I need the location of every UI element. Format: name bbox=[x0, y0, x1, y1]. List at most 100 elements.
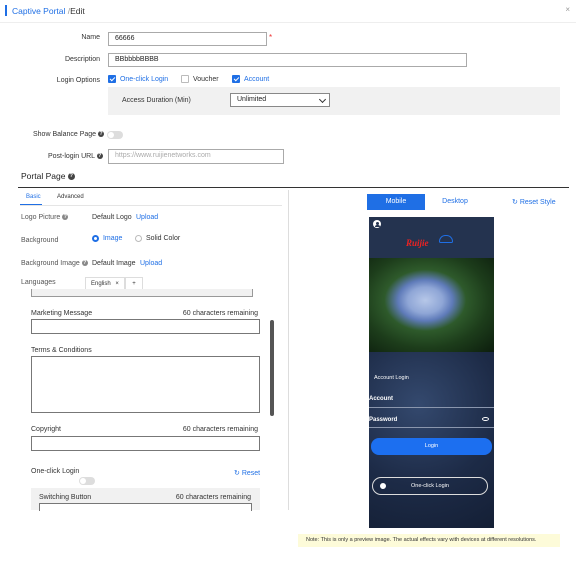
reset-label: Reset bbox=[241, 470, 261, 477]
checkbox-checked-icon[interactable] bbox=[108, 75, 116, 83]
preview-brand-logo: Ruijie bbox=[406, 238, 429, 248]
preview-one-click-button: One-click Login bbox=[372, 477, 488, 495]
preview-one-click-icon bbox=[380, 483, 386, 489]
background-image-value: Default Image bbox=[92, 260, 136, 267]
login-option-label: Account bbox=[243, 75, 270, 83]
copyright-chars-remaining: 60 characters remaining bbox=[182, 426, 258, 433]
preview-header bbox=[369, 217, 494, 258]
help-icon[interactable]: ? bbox=[96, 153, 103, 160]
background-option-image[interactable]: Image bbox=[92, 235, 122, 242]
mobile-preview: Ruijie Account Login Account Password Lo… bbox=[369, 217, 494, 528]
background-image-upload-link[interactable]: Upload bbox=[140, 260, 162, 267]
reset-style-label: Reset Style bbox=[519, 199, 556, 206]
breadcrumb-link-captive-portal[interactable]: Captive Portal bbox=[12, 6, 65, 16]
breadcrumb-current: Edit bbox=[70, 6, 85, 16]
preview-login-button: Login bbox=[371, 438, 492, 455]
terms-textarea[interactable] bbox=[31, 356, 260, 413]
preview-password-label: Password bbox=[369, 417, 398, 423]
background-image-label: Background Image ? bbox=[21, 260, 88, 267]
portal-section-divider bbox=[18, 187, 569, 188]
close-icon[interactable]: × bbox=[565, 5, 570, 14]
reset-style-link[interactable]: ↻ Reset Style bbox=[512, 198, 556, 206]
preview-account-underline bbox=[369, 407, 494, 408]
marketing-message-input[interactable] bbox=[31, 319, 260, 334]
background-option-solid[interactable]: Solid Color bbox=[135, 235, 180, 242]
preview-cloud-icon bbox=[439, 235, 453, 243]
login-option-voucher[interactable]: Voucher bbox=[181, 75, 219, 83]
tab-bar-divider bbox=[20, 205, 282, 206]
name-label: Name bbox=[81, 34, 100, 41]
help-icon[interactable]: ? bbox=[62, 214, 69, 221]
preview-desktop-button[interactable]: Desktop bbox=[426, 194, 484, 210]
partially-scrolled-field bbox=[31, 289, 253, 297]
preview-note: Note: This is only a preview image. The … bbox=[298, 534, 560, 547]
tab-basic[interactable]: Basic bbox=[26, 194, 41, 200]
background-image-text: Background Image bbox=[21, 260, 80, 267]
terms-label: Terms & Conditions bbox=[31, 347, 92, 354]
access-duration-label: Access Duration (Min) bbox=[122, 97, 191, 104]
preview-eye-icon bbox=[482, 417, 489, 421]
show-balance-label: Show Balance Page ? bbox=[33, 131, 104, 138]
chevron-down-icon bbox=[318, 95, 327, 104]
header-accent-bar bbox=[5, 5, 7, 16]
access-duration-select[interactable]: Unlimited bbox=[230, 93, 330, 107]
breadcrumb: Captive Portal /Edit bbox=[12, 6, 85, 16]
header-divider bbox=[0, 22, 576, 23]
preview-account-login: Account Login bbox=[374, 375, 409, 381]
switching-chars-remaining: 60 characters remaining bbox=[175, 494, 251, 501]
login-option-one-click[interactable]: One-click Login bbox=[108, 75, 168, 83]
preview-account-label: Account bbox=[369, 396, 393, 402]
checkbox-checked-icon[interactable] bbox=[232, 75, 240, 83]
login-option-label: Voucher bbox=[192, 75, 219, 83]
language-tab-label: English bbox=[91, 281, 111, 287]
preview-password-underline bbox=[369, 427, 494, 428]
show-balance-text: Show Balance Page bbox=[33, 131, 97, 138]
logo-picture-label: Logo Picture ? bbox=[21, 214, 69, 221]
logo-default-value: Default Logo bbox=[92, 214, 132, 221]
one-click-label: One-click Login bbox=[31, 468, 80, 475]
switching-button-label: Switching Button bbox=[39, 494, 92, 501]
marketing-chars-remaining: 60 characters remaining bbox=[182, 310, 258, 317]
post-login-label: Post-login URL ? bbox=[48, 153, 103, 160]
post-login-text: Post-login URL bbox=[48, 153, 95, 160]
required-asterisk: * bbox=[269, 33, 273, 42]
help-icon[interactable]: ? bbox=[67, 173, 75, 181]
background-option-solid-label: Solid Color bbox=[145, 235, 181, 243]
switching-button-input[interactable] bbox=[39, 503, 252, 511]
description-label: Description bbox=[64, 56, 100, 63]
preview-flower-image bbox=[369, 258, 494, 352]
portal-page-title: Portal Page ? bbox=[21, 171, 75, 181]
description-input[interactable]: BBbbbbBBBB bbox=[108, 53, 467, 67]
post-login-url-input[interactable]: https://www.ruijienetworks.com bbox=[108, 149, 284, 164]
scrollbar-thumb[interactable] bbox=[270, 320, 274, 416]
reset-link[interactable]: ↻ Reset bbox=[234, 469, 260, 477]
radio-unselected-icon[interactable] bbox=[135, 235, 142, 242]
one-click-toggle[interactable] bbox=[79, 477, 95, 485]
copyright-label: Copyright bbox=[31, 426, 61, 433]
copyright-input[interactable] bbox=[31, 436, 260, 451]
preview-mobile-button[interactable]: Mobile bbox=[367, 194, 425, 210]
login-option-label: One-click Login bbox=[119, 75, 169, 83]
checkbox-unchecked-icon[interactable] bbox=[181, 75, 189, 83]
name-input[interactable]: 66666 bbox=[108, 32, 267, 46]
show-balance-toggle[interactable] bbox=[107, 131, 123, 139]
portal-page-title-text: Portal Page bbox=[21, 171, 66, 181]
access-duration-value: Unlimited bbox=[237, 96, 267, 103]
reset-icon: ↻ bbox=[512, 199, 518, 206]
logo-upload-link[interactable]: Upload bbox=[136, 214, 158, 221]
login-options-label: Login Options bbox=[56, 77, 100, 84]
radio-selected-icon[interactable] bbox=[92, 235, 99, 242]
background-label: Background bbox=[21, 237, 59, 244]
background-option-image-label: Image bbox=[102, 235, 123, 243]
close-icon[interactable]: × bbox=[115, 281, 119, 287]
preview-user-icon bbox=[373, 220, 381, 228]
login-option-account[interactable]: Account bbox=[232, 75, 269, 83]
tab-advanced[interactable]: Advanced bbox=[57, 194, 84, 200]
help-icon[interactable]: ? bbox=[98, 131, 104, 138]
help-icon[interactable]: ? bbox=[81, 260, 88, 267]
languages-label: Languages bbox=[21, 279, 56, 286]
logo-picture-text: Logo Picture bbox=[21, 214, 61, 221]
reset-icon: ↻ bbox=[234, 470, 240, 477]
marketing-message-label: Marketing Message bbox=[31, 310, 93, 317]
panel-divider bbox=[288, 190, 289, 510]
